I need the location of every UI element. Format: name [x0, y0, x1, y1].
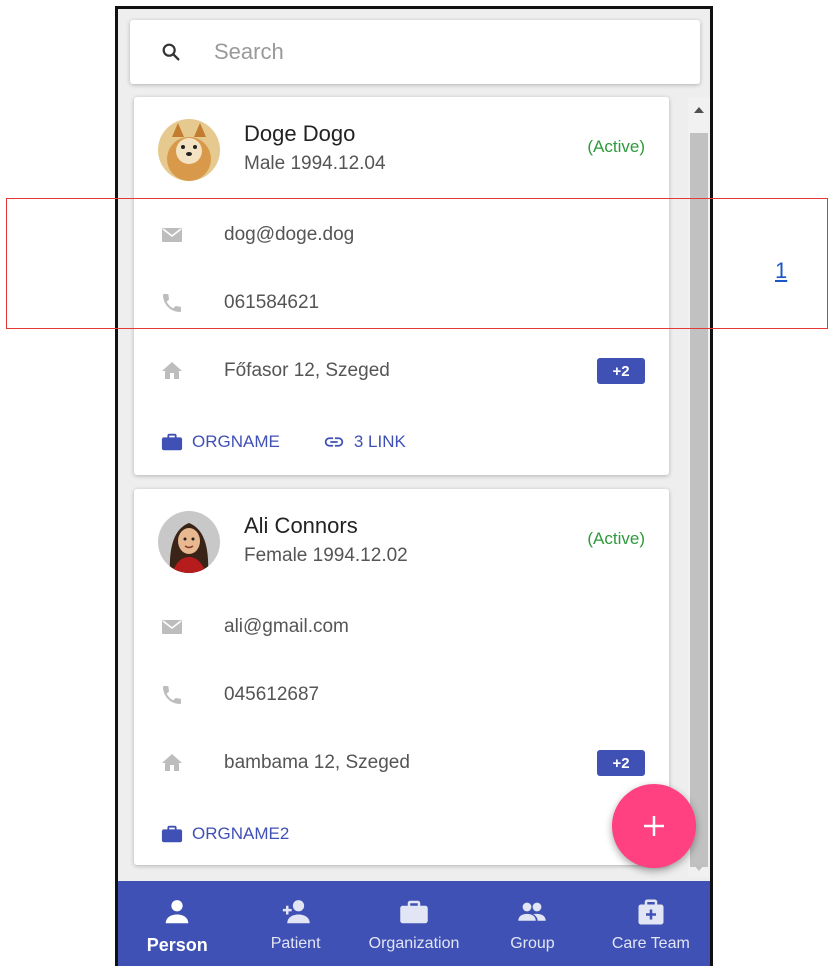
plus-icon	[644, 816, 664, 836]
card-actions: ORGNAME 3 LINK	[160, 427, 448, 457]
add-person-button[interactable]	[612, 784, 696, 868]
person-name: Doge Dogo	[244, 121, 356, 146]
nav-label: Patient	[270, 935, 321, 952]
person-gender-birthdate: Male 1994.12.04	[244, 153, 386, 174]
avatar	[158, 511, 220, 573]
annotation-highlight-box	[6, 198, 828, 329]
bottom-navigation: Person Patient Organization Group Care T…	[118, 881, 710, 966]
person-gender-birthdate: Female 1994.12.02	[244, 545, 408, 566]
status-badge: (Active)	[587, 529, 645, 548]
avatar	[158, 119, 220, 181]
nav-patient[interactable]: Patient	[236, 881, 354, 966]
org-link[interactable]: ORGNAME	[160, 431, 280, 453]
search-input[interactable]: Search	[214, 39, 284, 65]
address-row[interactable]: bambama 12, Szeged	[134, 743, 669, 783]
nav-organization[interactable]: Organization	[355, 881, 473, 966]
org-link[interactable]: ORGNAME2	[160, 823, 289, 845]
annotation-label[interactable]: 1	[775, 258, 787, 284]
more-addresses-badge[interactable]: +2	[597, 750, 645, 776]
nav-label: Care Team	[611, 935, 690, 952]
search-icon	[162, 43, 180, 61]
links-link[interactable]: 3 LINK	[322, 431, 406, 453]
group-icon	[518, 902, 547, 921]
address-text: bambama 12, Szeged	[224, 752, 410, 773]
person-add-icon	[282, 900, 310, 924]
card-actions: ORGNAME2	[160, 819, 331, 849]
nav-label: Organization	[368, 935, 460, 952]
briefcase-icon	[161, 433, 183, 451]
org-label: ORGNAME2	[192, 824, 290, 843]
briefcase-icon	[400, 900, 428, 924]
home-icon	[162, 362, 182, 379]
briefcase-icon	[161, 825, 183, 843]
address-row[interactable]: Főfasor 12, Szeged	[134, 351, 669, 391]
nav-label: Person	[146, 935, 208, 955]
link-icon	[324, 437, 344, 447]
address-text: Főfasor 12, Szeged	[224, 360, 390, 381]
phone-text: 045612687	[224, 684, 320, 705]
status-badge: (Active)	[587, 137, 645, 156]
org-label: ORGNAME	[192, 432, 280, 451]
person-name: Ali Connors	[244, 513, 358, 538]
phone-icon	[163, 686, 181, 704]
person-card[interactable]: Ali Connors Female 1994.12.02 (Active) a…	[134, 489, 669, 865]
nav-care-team[interactable]: Care Team	[592, 881, 710, 966]
app-frame: Search Doge Dogo Male 1994.12.04 (Active…	[115, 6, 713, 966]
nav-label: Group	[510, 935, 555, 952]
scroll-down-arrow-icon[interactable]	[694, 865, 704, 871]
email-text: ali@gmail.com	[224, 616, 349, 637]
search-bar[interactable]: Search	[130, 20, 700, 84]
links-label: 3 LINK	[353, 432, 406, 451]
person-icon	[165, 900, 189, 924]
medical-bag-icon	[638, 899, 664, 925]
email-icon	[162, 620, 182, 634]
email-row[interactable]: ali@gmail.com	[134, 607, 669, 647]
phone-row[interactable]: 045612687	[134, 675, 669, 715]
scroll-up-arrow-icon[interactable]	[694, 107, 704, 113]
more-addresses-badge[interactable]: +2	[597, 358, 645, 384]
nav-person[interactable]: Person	[118, 881, 236, 966]
home-icon	[162, 754, 182, 771]
nav-group[interactable]: Group	[473, 881, 591, 966]
